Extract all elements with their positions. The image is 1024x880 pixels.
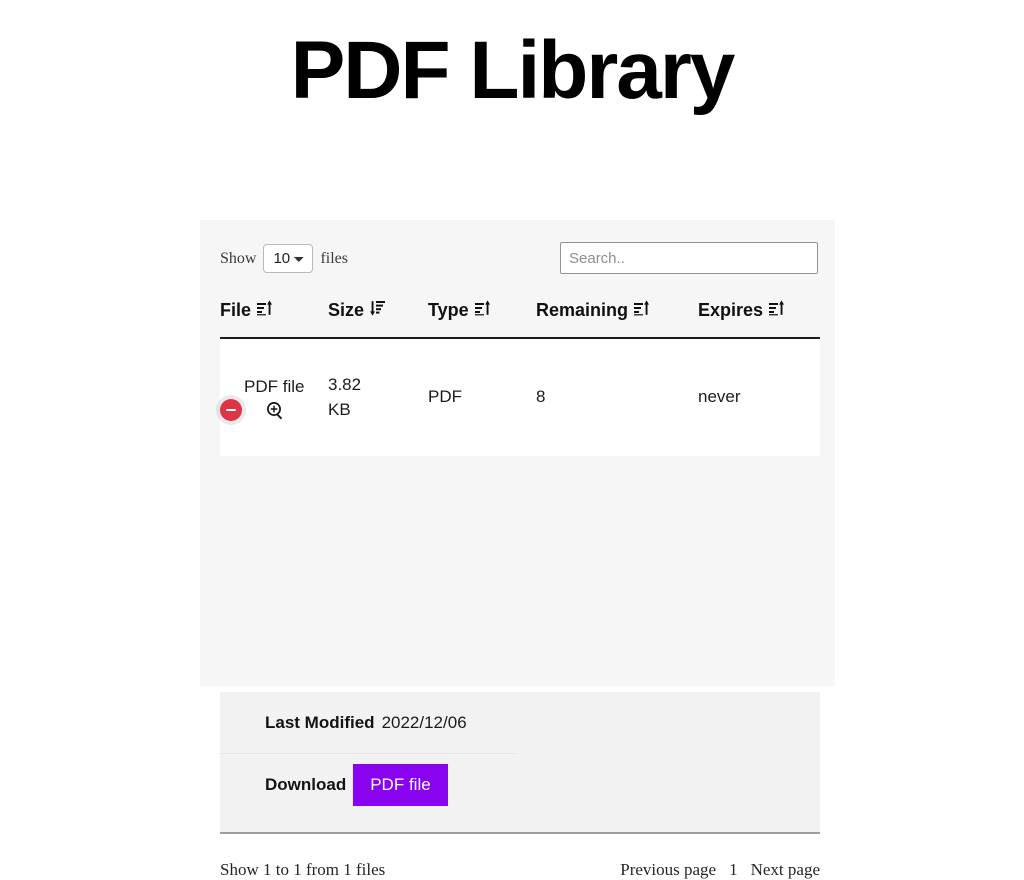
file-library-card: Show 10 files File xyxy=(200,220,835,879)
page-length-select[interactable]: 10 xyxy=(263,244,314,273)
detail-row-last-modified: Last Modified 2022/12/06 xyxy=(220,692,517,754)
column-label-expires: Expires xyxy=(698,300,764,320)
files-table-header-row: File Size Type Remaining Expires xyxy=(220,290,820,339)
sort-amount-up-icon xyxy=(257,300,273,321)
file-name: PDF file xyxy=(244,376,305,396)
files-table: File Size Type Remaining Expires PDF fil… xyxy=(220,290,820,456)
download-label: Download xyxy=(265,775,347,794)
sort-amount-up-icon xyxy=(634,300,650,321)
column-header-expires[interactable]: Expires xyxy=(698,290,820,339)
column-header-file[interactable]: File xyxy=(220,290,328,339)
page-number-1[interactable]: 1 xyxy=(729,860,738,880)
file-size: 3.82 KB xyxy=(328,374,362,419)
files-table-body: PDF file 3.82 KB PDF 8 never xyxy=(220,338,820,456)
cell-remaining: 8 xyxy=(536,338,698,456)
sort-amount-up-icon xyxy=(474,300,490,321)
detail-row-download: Download PDF file xyxy=(220,754,820,816)
table-footer: Show 1 to 1 from 1 files Previous page 1… xyxy=(220,832,820,880)
column-label-type: Type xyxy=(428,300,469,320)
pagination: Previous page 1 Next page xyxy=(620,860,820,880)
show-label: Show xyxy=(220,249,257,267)
column-header-type[interactable]: Type xyxy=(428,290,536,339)
next-page-button[interactable]: Next page xyxy=(751,860,820,880)
sort-amount-up-icon xyxy=(769,300,785,321)
files-table-head: File Size Type Remaining Expires xyxy=(220,290,820,339)
cell-type: PDF xyxy=(428,338,536,456)
last-modified-label: Last Modified xyxy=(265,712,375,732)
file-detail-panel: Last Modified 2022/12/06 Download PDF fi… xyxy=(220,692,820,832)
cell-file: PDF file xyxy=(220,338,328,456)
last-modified-value: 2022/12/06 xyxy=(381,712,467,732)
column-label-remaining: Remaining xyxy=(536,300,629,320)
minus-circle-icon[interactable] xyxy=(220,398,242,421)
previous-page-button[interactable]: Previous page xyxy=(620,860,716,880)
column-label-size: Size xyxy=(328,300,365,320)
file-type: PDF xyxy=(428,387,462,407)
file-remaining: 8 xyxy=(536,387,546,407)
pdf-library-page: PDF Library Show 10 files File xyxy=(0,0,1024,879)
cell-size: 3.82 KB xyxy=(328,338,428,456)
column-header-remaining[interactable]: Remaining xyxy=(536,290,698,339)
download-button[interactable]: PDF file xyxy=(353,763,448,807)
file-expires: never xyxy=(698,387,741,407)
page-title: PDF Library xyxy=(290,25,736,116)
column-header-size[interactable]: Size xyxy=(328,290,428,339)
page-length-control: Show 10 files xyxy=(220,244,348,273)
table-toolbar: Show 10 files xyxy=(200,220,835,290)
sort-amount-down-icon xyxy=(370,300,386,321)
table-info: Show 1 to 1 from 1 files xyxy=(220,860,386,879)
files-label: files xyxy=(320,249,348,267)
search-input[interactable] xyxy=(560,242,818,274)
column-label-file: File xyxy=(220,300,252,320)
cell-expires: never xyxy=(698,338,820,456)
search-plus-icon[interactable] xyxy=(266,401,285,420)
table-row: PDF file 3.82 KB PDF 8 never xyxy=(220,338,820,456)
